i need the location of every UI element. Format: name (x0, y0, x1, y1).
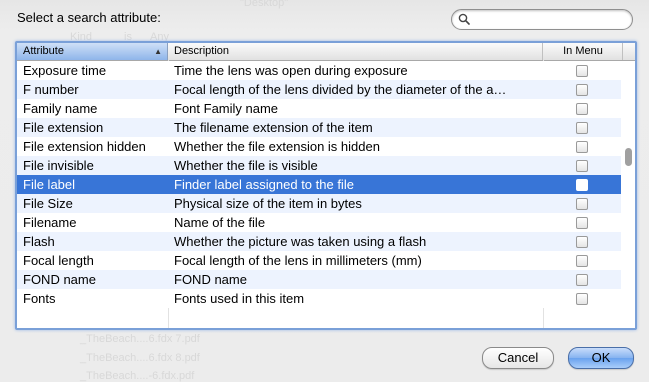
vertical-scrollbar[interactable] (622, 61, 635, 328)
in-menu-checkbox[interactable] (576, 293, 588, 305)
table-row[interactable]: Exposure time Time the lens was open duri… (17, 61, 621, 80)
ghost-search-scope: "Desktop" (240, 0, 289, 9)
description-cell: Whether the file is visible (174, 158, 318, 173)
sort-ascending-icon: ▲ (154, 47, 162, 56)
description-cell: Finder label assigned to the file (174, 177, 354, 192)
table-row[interactable]: Filename Name of the file (17, 213, 621, 232)
attribute-cell: Focal length (23, 253, 94, 268)
search-field[interactable] (451, 9, 633, 30)
attribute-cell: Flash (23, 234, 55, 249)
description-cell: Time the lens was open during exposure (174, 63, 408, 78)
attribute-cell: File extension (23, 120, 104, 135)
search-input[interactable] (474, 11, 624, 27)
ghost-file: _TheBeach....6.fdx 7.pdf (80, 333, 200, 345)
attribute-cell: Fonts (23, 291, 56, 306)
description-cell: Focal length of the lens in millimeters … (174, 253, 422, 268)
search-icon (458, 13, 470, 25)
ghost-file: _TheBeach....6.fdx 8.pdf (80, 352, 200, 364)
in-menu-checkbox[interactable] (576, 198, 588, 210)
attribute-cell: File extension hidden (23, 139, 146, 154)
description-cell: Whether the file extension is hidden (174, 139, 380, 154)
in-menu-checkbox[interactable] (576, 84, 588, 96)
in-menu-checkbox[interactable] (576, 274, 588, 286)
table-row[interactable]: File extension The filename extension of … (17, 118, 621, 137)
attribute-cell: Exposure time (23, 63, 107, 78)
column-header-in-menu-label: In Menu (563, 45, 603, 57)
dialog-prompt: Select a search attribute: (17, 10, 161, 25)
in-menu-checkbox[interactable] (576, 141, 588, 153)
table-row[interactable]: Fonts Fonts used in this item (17, 289, 621, 308)
attribute-cell: F number (23, 82, 79, 97)
in-menu-checkbox[interactable] (576, 217, 588, 229)
column-header-attribute-label: Attribute (23, 45, 64, 57)
description-cell: Whether the picture was taken using a fl… (174, 234, 427, 249)
description-cell: Font Family name (174, 101, 279, 116)
column-header-description[interactable]: Description (169, 43, 543, 60)
in-menu-checkbox[interactable] (576, 236, 588, 248)
description-cell: Fonts used in this item (174, 291, 305, 306)
column-header-in-menu[interactable]: In Menu (544, 43, 623, 60)
table-row[interactable]: Focal length Focal length of the lens in … (17, 251, 621, 270)
table-row[interactable]: FOND name FOND name (17, 270, 621, 289)
table-row[interactable]: Family name Font Family name (17, 99, 621, 118)
column-header-description-label: Description (174, 45, 230, 57)
attribute-cell: File invisible (23, 158, 94, 173)
column-header-attribute[interactable]: Attribute ▲ (17, 43, 168, 60)
description-cell: The filename extension of the item (174, 120, 373, 135)
table-body: Exposure time Time the lens was open duri… (17, 61, 621, 308)
table-row[interactable]: File label Finder label assigned to the f… (17, 175, 621, 194)
attribute-cell: Filename (23, 215, 77, 230)
attribute-cell: File label (23, 177, 76, 192)
description-cell: FOND name (174, 272, 247, 287)
description-cell: Focal length of the lens divided by the … (174, 82, 507, 97)
in-menu-checkbox[interactable] (576, 122, 588, 134)
table-row[interactable]: Flash Whether the picture was taken using… (17, 232, 621, 251)
in-menu-checkbox[interactable] (576, 255, 588, 267)
table-row[interactable]: F number Focal length of the lens divided… (17, 80, 621, 99)
table-row[interactable]: File extension hidden Whether the file ex… (17, 137, 621, 156)
in-menu-checkbox[interactable] (576, 179, 588, 191)
in-menu-checkbox[interactable] (576, 65, 588, 77)
attribute-cell: Family name (23, 101, 98, 116)
in-menu-checkbox[interactable] (576, 160, 588, 172)
table-row[interactable]: File Size Physical size of the item in by… (17, 194, 621, 213)
description-cell: Physical size of the item in bytes (174, 196, 362, 211)
in-menu-checkbox[interactable] (576, 103, 588, 115)
attribute-cell: File Size (23, 196, 73, 211)
description-cell: Name of the file (174, 215, 266, 230)
scrollbar-thumb[interactable] (625, 148, 632, 166)
ghost-file: _TheBeach....-6.fdx.pdf (80, 370, 195, 382)
table-header: Attribute ▲ Description In Menu (17, 43, 635, 61)
attribute-table[interactable]: Attribute ▲ Description In Menu Exposure… (15, 41, 637, 330)
attribute-cell: FOND name (23, 272, 96, 287)
table-row[interactable]: File invisible Whether the file is visibl… (17, 156, 621, 175)
cancel-button[interactable]: Cancel (482, 347, 554, 369)
ok-button[interactable]: OK (568, 347, 634, 369)
